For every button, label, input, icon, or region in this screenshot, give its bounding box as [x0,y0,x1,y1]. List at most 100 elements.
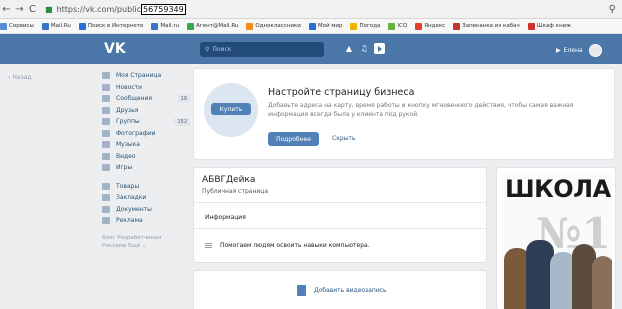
sidebar-item[interactable]: Товары [102,181,190,192]
search-input[interactable]: ⚲ Поиск [200,42,324,57]
more-button[interactable]: Подробнее [268,132,319,146]
bookmark-item[interactable]: Погода [350,22,381,30]
search-icon: ⚲ [205,46,210,53]
bookmark-label: Одноклассники [255,23,301,29]
sidebar-item[interactable]: Группы 152 [102,116,190,127]
bookmark-label: Шкаф книж [536,23,572,29]
bookmark-label: Мой мир [317,23,343,29]
sidebar-item-label: Сообщения [116,95,153,102]
bookmark-item[interactable]: Mail.ru [151,22,180,30]
bookmark-icon [308,22,316,30]
sidebar-item[interactable]: Видео [102,151,190,162]
bookmark-item[interactable]: Агент@Mail.Ru [187,22,239,30]
business-description: Добавьте адреса на карту, время работы и… [268,102,574,118]
info-tab[interactable]: Информация [205,214,246,221]
sidebar-item[interactable]: Друзья [102,105,190,116]
sidebar-item-icon [102,129,110,137]
count-badge: 19 [177,94,190,103]
bookmark-item[interactable]: Шкаф книж [527,22,572,30]
music-note-icon[interactable]: ♫ [359,44,369,54]
count-badge: 152 [174,117,190,126]
sidebar-item[interactable]: Сообщения 19 [102,93,190,104]
buy-button-preview: Купить [211,103,251,115]
vk-logo[interactable]: VK [104,41,126,57]
notifications-bell-icon[interactable]: ▲ [344,44,354,54]
sidebar-item-icon [102,217,110,224]
forward-arrow-icon[interactable]: → [13,4,26,15]
bookmark-label: ICQ [397,23,408,29]
page-title: АБВГДейка [202,175,256,185]
bookmark-icon [187,22,195,30]
sidebar-item-label: Новости [116,83,143,91]
user-menu[interactable]: ▶ Елена [556,44,602,57]
bookmark-item[interactable]: Запеканка из кабач [453,22,520,30]
sidebar-item[interactable]: Игры [102,162,190,173]
bookmark-item[interactable]: Mail.Ru [41,22,71,30]
bookmark-icon [388,22,396,30]
sidebar-item[interactable]: Новости [102,82,190,93]
user-name: Елена [563,47,583,54]
bookmark-icon [0,22,7,30]
sidebar-item-label: Игры [116,164,133,171]
sidebar-item[interactable]: Музыка [102,139,190,150]
sidebar-item[interactable]: Закладки [102,192,190,203]
page-status: Помогаем людям освоить навыки компьютера… [205,242,370,249]
sidebar-item-label: Товары [116,182,140,190]
sidebar-item-icon [102,205,110,213]
sidebar-item-icon [102,106,110,114]
sidebar-item-label: Фотографии [116,129,156,137]
menu-footer: Блог Разработчикам Реклама Ещё ⌄ [102,234,190,250]
bookmark-icon [78,22,86,30]
sidebar-item[interactable]: Реклама [102,215,190,226]
sidebar-item-label: Видео [116,152,136,160]
bookmark-item[interactable]: Мой мир [308,22,343,30]
back-link[interactable]: ‹ Назад [8,74,32,81]
divider [194,202,486,203]
bookmark-label: Поиск в Интернете [87,23,144,29]
sidebar-item-icon [102,95,110,102]
bookmark-label: Запеканка из кабач [462,23,520,29]
film-icon [297,285,306,296]
bookmark-label: Mail.ru [160,23,180,29]
bookmark-icon [350,22,358,30]
play-icon[interactable] [374,43,385,54]
key-icon[interactable]: ⚲ [609,4,616,15]
page-avatar-card[interactable]: ШКОЛА №1 [496,167,616,309]
bookmark-item[interactable]: Яндекс [415,22,445,30]
add-video-button[interactable]: Добавить видеозапись [297,285,387,296]
sidebar-item[interactable]: Документы [102,204,190,215]
search-placeholder: Поиск [212,46,232,53]
left-menu: Моя Страница Новости Сообщения 19 Друзья Груп… [102,70,190,250]
sidebar-item-icon [102,141,110,148]
bookmark-item[interactable]: Одноклассники [246,22,301,30]
bookmark-label: Агент@Mail.Ru [196,23,239,29]
bookmark-label: Сервисы [9,23,34,29]
sidebar-item-icon [102,118,110,125]
bookmark-icon [453,22,461,30]
sidebar-item-icon [102,164,110,171]
status-text: Помогаем людям освоить навыки компьютера… [220,242,370,249]
bookmarks-bar: Сервисы Mail.Ru Поиск в Интернете Mail.ru Аг… [0,19,622,34]
back-arrow-icon[interactable]: ← [0,4,13,15]
url-field[interactable]: https://vk.com/public 56759349 [57,3,186,15]
bookmark-item[interactable]: Поиск в Интернете [78,22,144,30]
hide-link[interactable]: Скрыть [332,135,355,142]
sidebar-item-label: Моя Страница [116,72,162,79]
reload-icon[interactable]: C [26,4,39,15]
menu-footer-line[interactable]: Реклама Ещё ⌄ [102,242,190,250]
sidebar-item-label: Друзья [116,106,139,114]
avatar [588,44,602,57]
bookmark-item[interactable]: Сервисы [0,22,34,30]
bookmark-label: Погода [359,23,381,29]
url-highlighted-id: 56759349 [141,3,186,15]
sidebar-item[interactable]: Моя Страница [102,70,190,81]
bookmark-item[interactable]: ICQ [388,22,408,30]
poster-title: ШКОЛА [505,175,611,203]
sidebar-item[interactable]: Фотографии [102,128,190,139]
lock-icon: ■ [45,4,53,14]
business-title: Настройте страницу бизнеса [268,87,415,98]
sidebar-item-label: Группы [116,118,140,125]
sidebar-item-icon [102,72,110,79]
page-info-card: АБВГДейка Публичная страница Информация … [193,167,487,263]
menu-footer-line[interactable]: Блог Разработчикам [102,234,190,242]
